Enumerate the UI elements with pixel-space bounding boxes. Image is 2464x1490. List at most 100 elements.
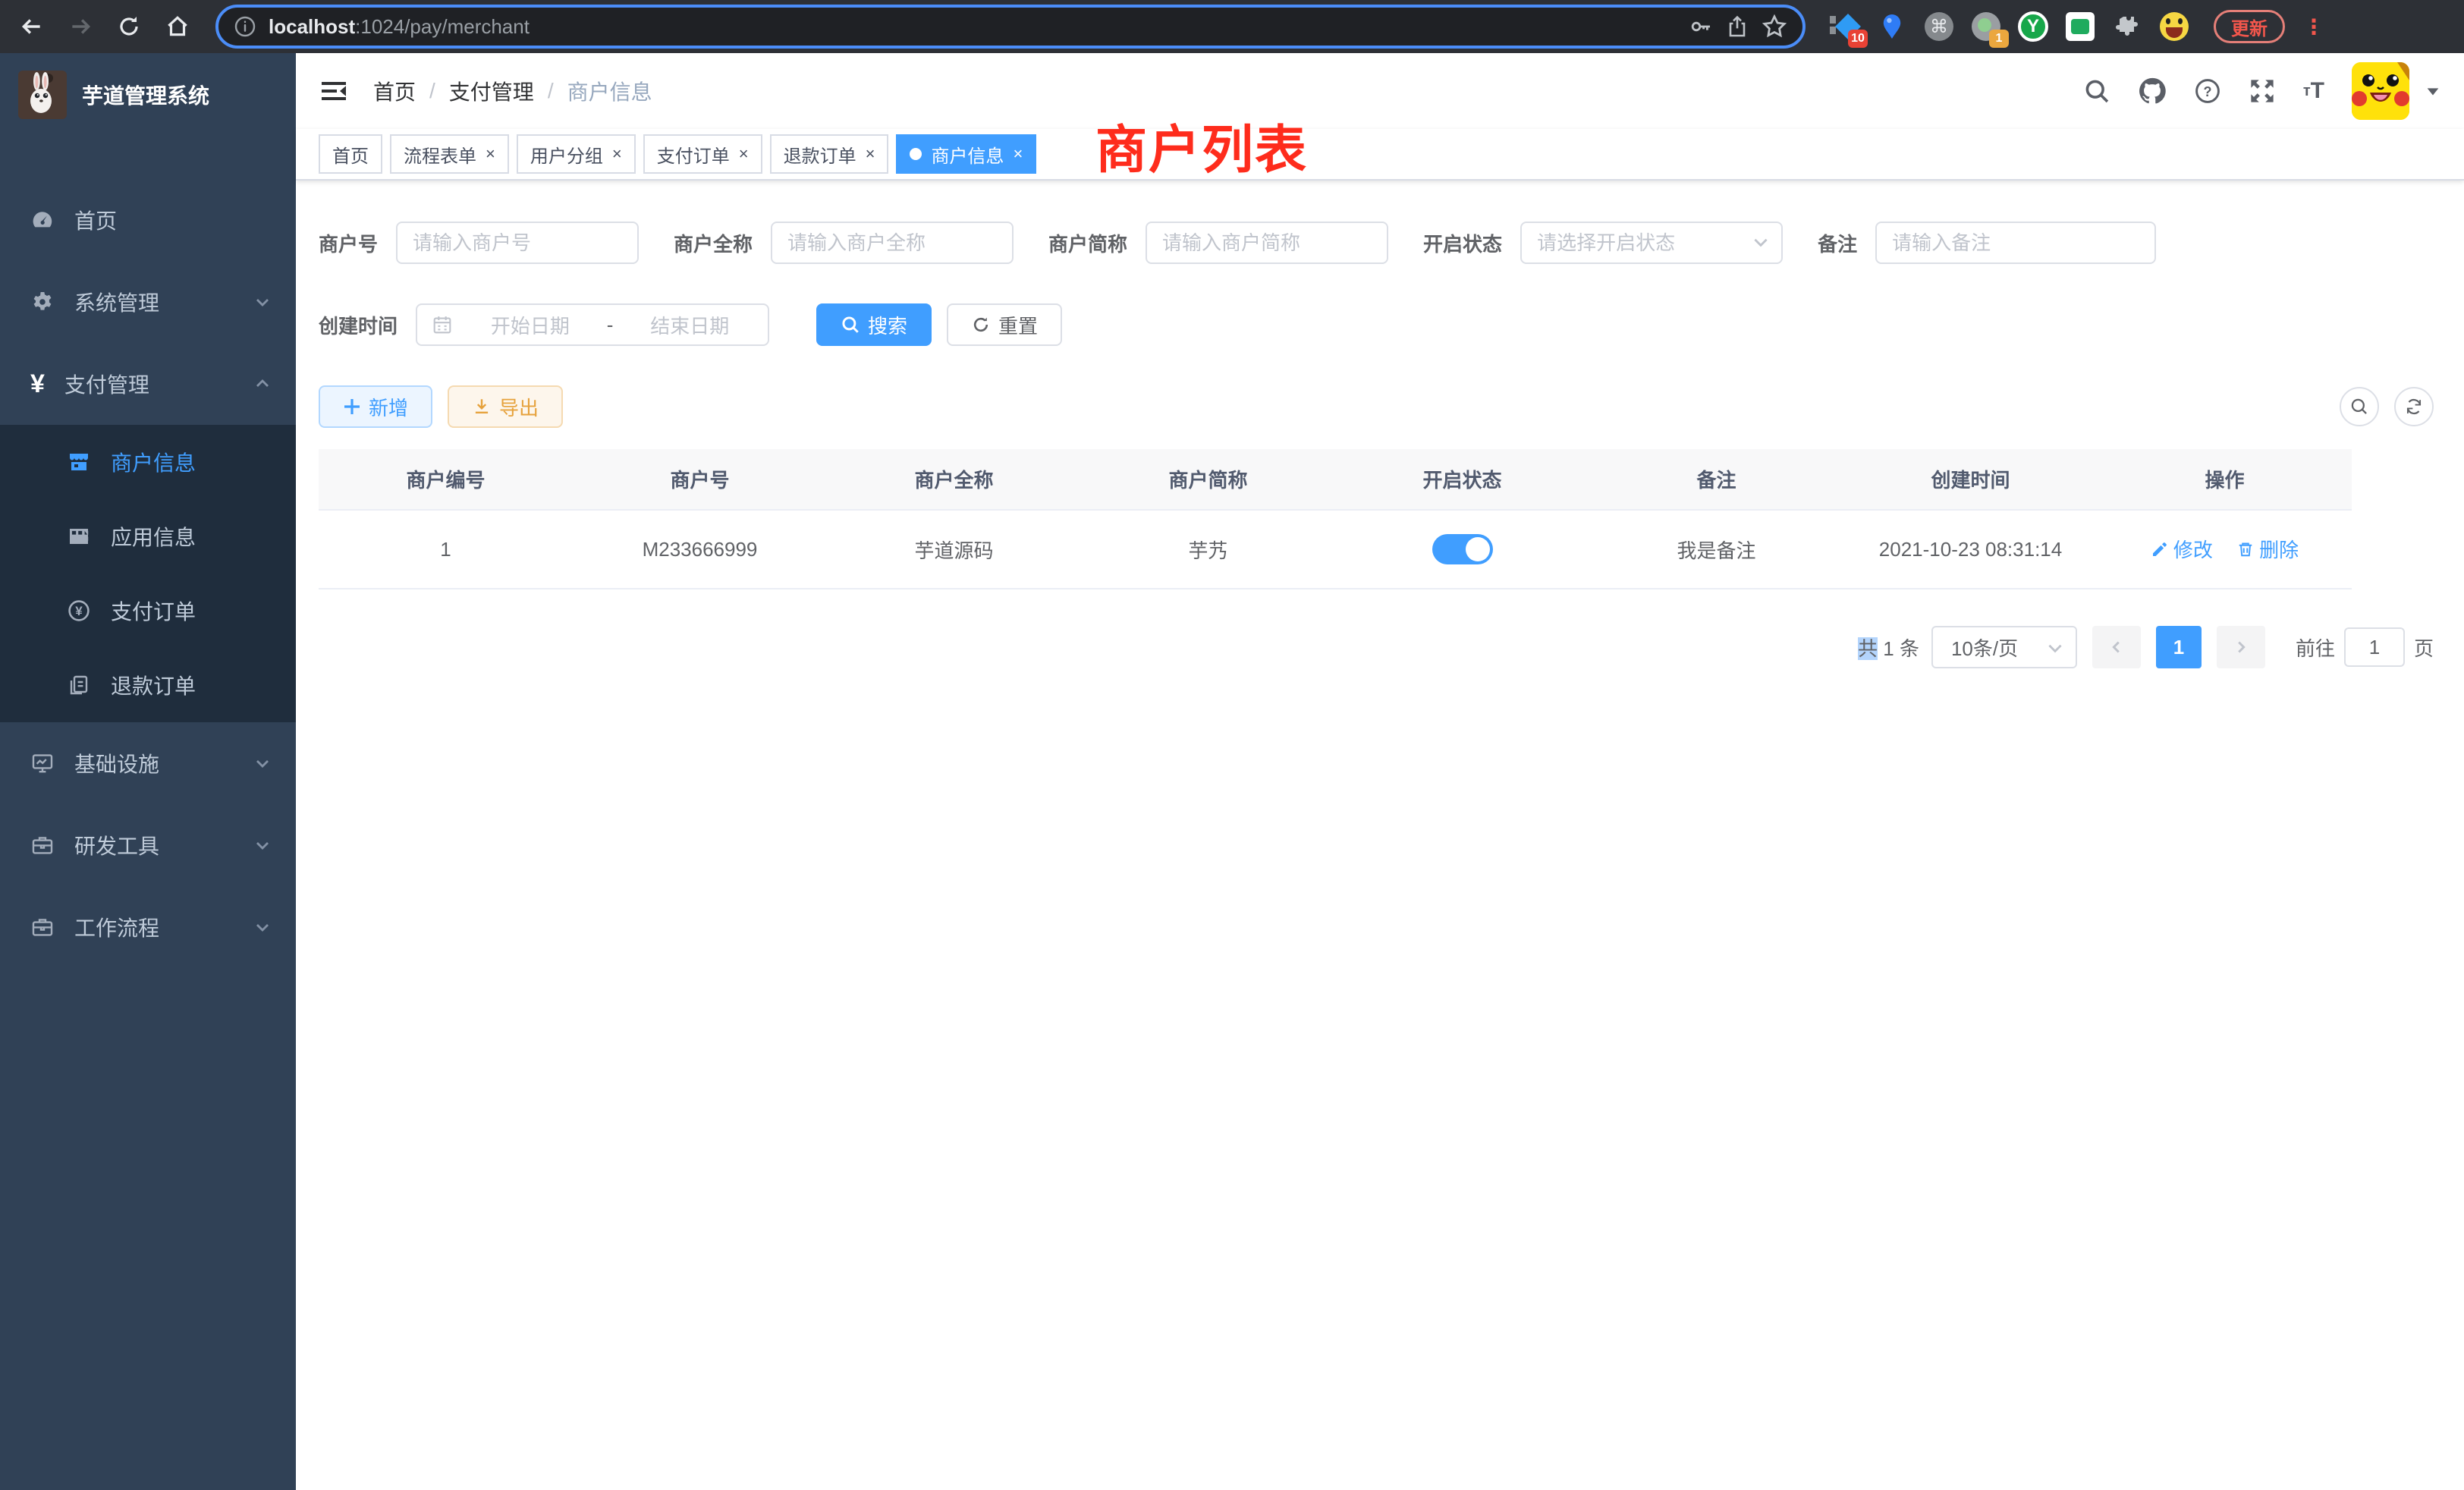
merchant-fullname-input[interactable] [771, 222, 1014, 264]
tab-user-group[interactable]: 用户分组× [517, 134, 636, 174]
extension-command-icon[interactable]: ⌘ [1924, 11, 1954, 42]
delete-link-label: 删除 [2259, 535, 2299, 563]
chevron-down-icon [2045, 638, 2065, 658]
sidebar-item-pay-order[interactable]: ¥ 支付订单 [0, 574, 296, 648]
sidebar-item-refund-order[interactable]: 退款订单 [0, 648, 296, 722]
sidebar-item-pay[interactable]: ¥ 支付管理 [0, 343, 296, 425]
field-label: 开启状态 [1423, 229, 1502, 257]
prev-page-button[interactable] [2092, 626, 2141, 668]
site-info-icon[interactable] [234, 15, 256, 38]
avatar-caret-icon[interactable] [2425, 83, 2441, 99]
tab-pay-order[interactable]: 支付订单× [643, 134, 762, 174]
delete-link[interactable]: 删除 [2236, 535, 2299, 563]
sidebar-logo-row[interactable]: 芋道管理系统 [0, 53, 296, 137]
goto-label: 前往 [2296, 633, 2335, 662]
extension-y-icon[interactable]: Y [2018, 11, 2048, 42]
breadcrumb-pay[interactable]: 支付管理 [449, 76, 534, 106]
tab-merchant-info[interactable]: 商户信息 × [896, 134, 1036, 174]
search-button[interactable]: 搜索 [816, 303, 932, 346]
sidebar-item-system[interactable]: 系统管理 [0, 261, 296, 343]
sidebar-item-home[interactable]: 首页 [0, 179, 296, 261]
close-icon[interactable]: × [1013, 144, 1023, 164]
date-range-picker[interactable]: 开始日期 - 结束日期 [416, 303, 769, 346]
document-copy-icon [67, 673, 91, 697]
refresh-table-button[interactable] [2394, 387, 2434, 426]
reset-button[interactable]: 重置 [947, 303, 1062, 346]
page-1-button[interactable]: 1 [2156, 626, 2202, 668]
edit-link[interactable]: 修改 [2151, 535, 2213, 563]
status-select-input[interactable] [1520, 222, 1783, 264]
browser-forward-button[interactable] [61, 7, 100, 46]
browser-menu-icon[interactable]: ⋮ [2303, 14, 2324, 39]
sidebar-item-workflow[interactable]: 工作流程 [0, 886, 296, 968]
avatar[interactable] [2352, 62, 2409, 120]
show-search-toggle-button[interactable] [2340, 387, 2379, 426]
extension-emoji-icon[interactable] [2159, 11, 2189, 42]
extension-camera-icon[interactable]: 1 [1971, 11, 2001, 42]
tab-home[interactable]: 首页 [319, 134, 382, 174]
chevron-down-icon [253, 754, 272, 772]
merchant-no-input[interactable] [396, 222, 639, 264]
merchant-table: 商户编号 商户号 商户全称 商户简称 开启状态 备注 创建时间 操作 1 [319, 449, 2352, 589]
remark-input[interactable] [1875, 222, 2156, 264]
sidebar-collapse-icon[interactable] [319, 76, 349, 106]
dashboard-icon [30, 208, 55, 232]
extension-chat-icon[interactable] [2065, 11, 2095, 42]
sidebar-item-devtools[interactable]: 研发工具 [0, 804, 296, 886]
close-icon[interactable]: × [486, 144, 495, 164]
close-icon[interactable]: × [612, 144, 622, 164]
browser-toolbar: localhost:1024/pay/merchant 10 ⌘ [0, 0, 2464, 53]
goto-page-input[interactable] [2344, 627, 2405, 667]
tab-process-form[interactable]: 流程表单× [390, 134, 509, 174]
svg-text:?: ? [2203, 84, 2211, 99]
github-icon[interactable] [2138, 77, 2167, 105]
page-size-select[interactable]: 10条/页 [1931, 626, 2077, 668]
tab-refund-order[interactable]: 退款订单× [770, 134, 889, 174]
svg-text:¥: ¥ [75, 604, 83, 618]
status-toggle[interactable] [1432, 534, 1493, 564]
col-created-at: 创建时间 [1843, 449, 2098, 510]
screen: localhost:1024/pay/merchant 10 ⌘ [0, 0, 2464, 1490]
logo-rabbit-image [18, 71, 67, 119]
sidebar-item-label: 系统管理 [74, 287, 234, 317]
start-date-placeholder[interactable]: 开始日期 [466, 311, 595, 339]
tab-label: 商户信息 [931, 141, 1004, 168]
next-page-button[interactable] [2217, 626, 2265, 668]
cell-status [1335, 510, 1589, 589]
status-select[interactable] [1520, 222, 1783, 264]
share-icon[interactable] [1725, 14, 1749, 39]
export-button[interactable]: 导出 [448, 385, 563, 428]
merchant-shortname-input[interactable] [1146, 222, 1388, 264]
pagination: 共 1 条 10条/页 1 [319, 626, 2434, 668]
export-button-label: 导出 [499, 393, 539, 421]
sidebar-item-label: 退款订单 [111, 670, 272, 700]
help-icon[interactable]: ? [2194, 77, 2221, 105]
chevron-down-icon [253, 918, 272, 936]
bookmark-star-icon[interactable] [1762, 14, 1787, 39]
sidebar-item-app-info[interactable]: 应用信息 [0, 499, 296, 574]
add-button[interactable]: 新增 [319, 385, 432, 428]
close-icon[interactable]: × [739, 144, 749, 164]
end-date-placeholder[interactable]: 结束日期 [625, 311, 754, 339]
browser-back-button[interactable] [12, 7, 52, 46]
extension-balloon-icon[interactable] [1877, 11, 1907, 42]
fullscreen-icon[interactable] [2249, 77, 2276, 105]
browser-update-button[interactable]: 更新 [2214, 10, 2285, 43]
font-size-icon[interactable]: тT [2303, 78, 2324, 104]
sidebar-item-infra[interactable]: 基础设施 [0, 722, 296, 804]
search-icon[interactable] [2083, 77, 2110, 105]
cell-actions: 修改 删除 [2098, 510, 2352, 589]
field-merchant-shortname: 商户简称 [1048, 222, 1388, 264]
cell-created-at: 2021-10-23 08:31:14 [1843, 510, 2098, 589]
close-icon[interactable]: × [866, 144, 875, 164]
sidebar-item-label: 研发工具 [74, 830, 234, 860]
extension-diamond-icon[interactable]: 10 [1830, 11, 1860, 42]
browser-reload-button[interactable] [109, 7, 149, 46]
sidebar-item-merchant-info[interactable]: 商户信息 [0, 425, 296, 499]
breadcrumb-home[interactable]: 首页 [373, 76, 416, 106]
extension-puzzle-icon[interactable] [2112, 11, 2142, 42]
browser-home-button[interactable] [158, 7, 197, 46]
password-key-icon[interactable] [1689, 14, 1713, 39]
address-bar[interactable]: localhost:1024/pay/merchant [215, 5, 1806, 49]
monitor-icon [30, 751, 55, 775]
